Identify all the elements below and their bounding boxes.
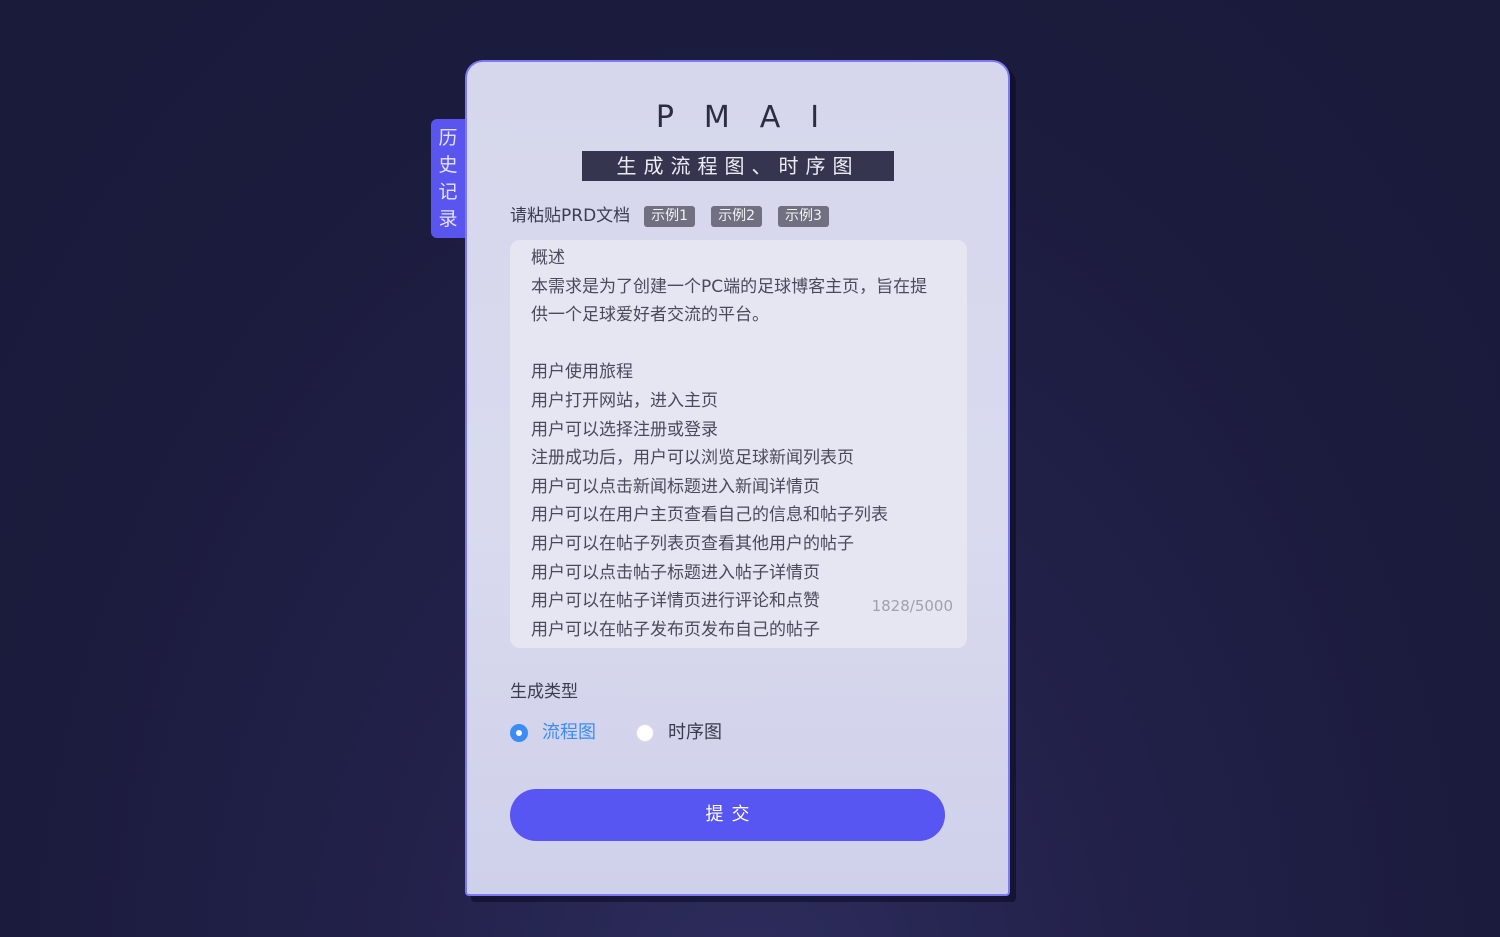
prd-textarea-content[interactable]: 概述 本需求是为了创建一个PC端的足球博客主页，旨在提供一个足球爱好者交流的平台…: [531, 244, 939, 644]
character-counter: 1828/5000: [871, 597, 953, 615]
radio-sequence-diagram[interactable]: 时序图: [636, 720, 722, 746]
history-tab-char: 历: [438, 126, 458, 149]
radio-sequence-label[interactable]: 时序图: [668, 720, 722, 746]
main-card: PMAI 生成流程图、时序图 请粘贴PRD文档 示例1 示例2 示例3 概述 本…: [465, 60, 1010, 896]
history-records-tab[interactable]: 历 史 记 录: [431, 119, 465, 238]
submit-button[interactable]: 提交: [510, 789, 945, 841]
example-1-button[interactable]: 示例1: [644, 205, 696, 227]
radio-unchecked-icon[interactable]: [636, 724, 654, 742]
generate-type-radio-group: 流程图 时序图: [510, 720, 762, 746]
radio-checked-icon[interactable]: [510, 724, 528, 742]
radio-flowchart-label[interactable]: 流程图: [542, 720, 596, 746]
page-subtitle: 生成流程图、时序图: [582, 151, 894, 181]
app-logo: PMAI: [655, 100, 850, 135]
history-tab-char: 记: [438, 180, 458, 203]
history-tab-char: 录: [438, 207, 458, 230]
radio-flowchart[interactable]: 流程图: [510, 720, 596, 746]
example-2-button[interactable]: 示例2: [711, 205, 762, 227]
prd-textarea[interactable]: 概述 本需求是为了创建一个PC端的足球博客主页，旨在提供一个足球爱好者交流的平台…: [510, 240, 967, 648]
example-3-button[interactable]: 示例3: [778, 205, 829, 227]
prd-input-label: 请粘贴PRD文档: [510, 206, 631, 226]
history-tab-char: 史: [438, 153, 458, 176]
prd-header-row: 请粘贴PRD文档 示例1 示例2 示例3: [510, 204, 845, 228]
generate-type-label: 生成类型: [510, 682, 578, 702]
